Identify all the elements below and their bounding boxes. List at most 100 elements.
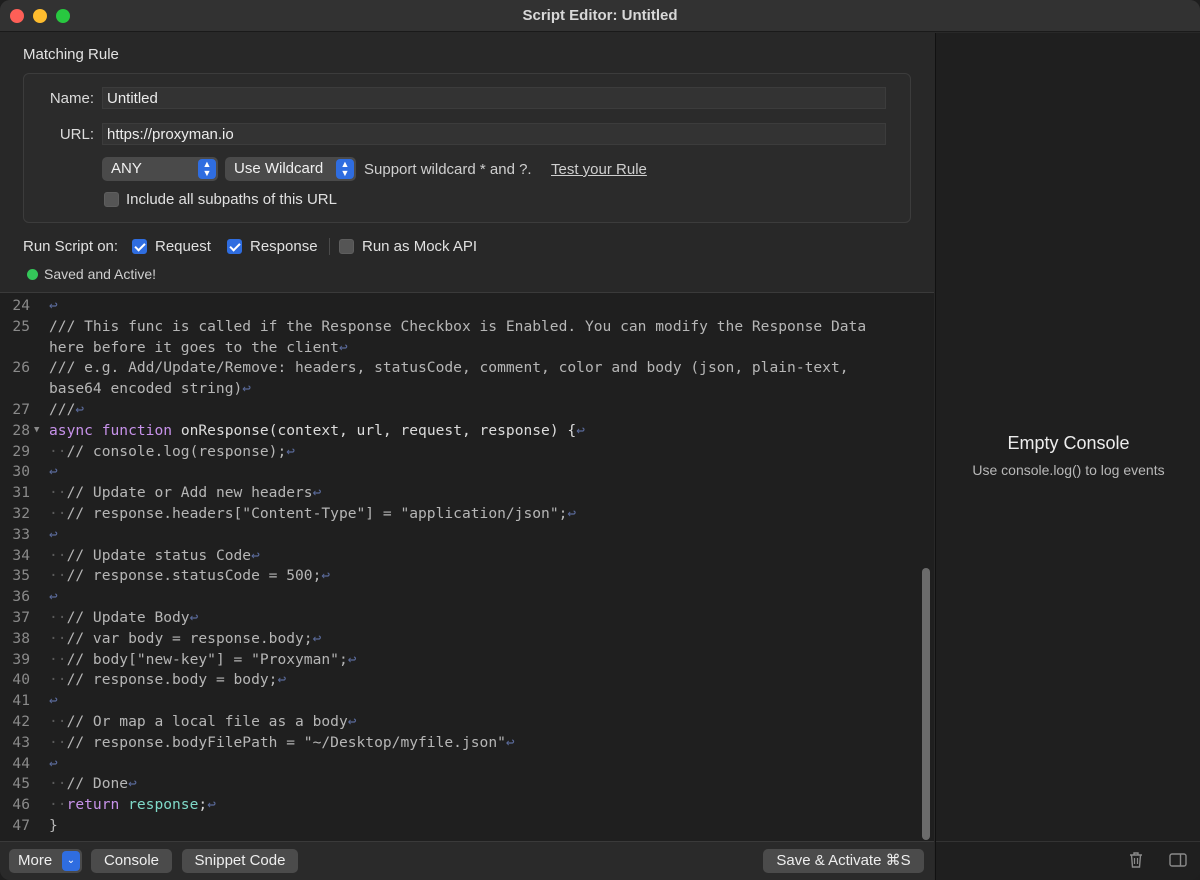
code-line: 25 /// This func is called if the Respons… [0, 316, 910, 337]
line-number: 45 [12, 775, 30, 793]
console-empty-title: Empty Console [1007, 433, 1130, 453]
line-number: 34 [12, 546, 30, 564]
request-checkbox[interactable] [132, 239, 147, 254]
divider [329, 238, 330, 255]
code-text: ··// Done↩ [49, 775, 137, 793]
sidebar-toggle-icon[interactable] [1168, 850, 1188, 870]
fold-toggle-icon[interactable]: ▼ [34, 420, 39, 441]
wildcard-hint: Support wildcard * and ?. [364, 161, 532, 178]
line-number: 41 [12, 692, 30, 710]
more-button-label: More [18, 852, 53, 869]
code-text: ↩ [49, 588, 58, 606]
url-input[interactable] [102, 123, 886, 145]
code-line: 33 ↩ [0, 524, 910, 545]
line-number: 30 [12, 463, 30, 481]
line-number: 25 [12, 317, 30, 335]
code-text: ··return response;↩ [49, 796, 216, 814]
status-text: Saved and Active! [44, 266, 157, 282]
code-text: /// e.g. Add/Update/Remove: headers, sta… [49, 359, 849, 377]
line-number: 36 [12, 588, 30, 606]
line-number: 44 [12, 754, 30, 772]
code-line: 45 ··// Done↩ [0, 773, 910, 794]
subpaths-checkbox[interactable] [104, 192, 119, 207]
line-number: 38 [12, 629, 30, 647]
save-activate-button[interactable]: Save & Activate ⌘S [763, 849, 924, 873]
code-line: 31 ··// Update or Add new headers↩ [0, 482, 910, 503]
code-text: ··// Update Body↩ [49, 609, 199, 626]
code-text: ↩ [49, 525, 58, 543]
line-number: 35 [12, 567, 30, 585]
line-number: 26 [12, 359, 30, 377]
code-line: 24 ↩ [0, 295, 910, 316]
line-number: 27 [12, 401, 30, 418]
response-checkbox[interactable] [227, 239, 242, 254]
code-text: ··// Or map a local file as a body↩ [49, 713, 357, 730]
chevron-down-icon: ⌄ [62, 851, 80, 871]
name-label: Name: [49, 90, 94, 107]
code-text: ··// response.bodyFilePath = "~/Desktop/… [49, 733, 515, 751]
subpaths-label: Include all subpaths of this URL [126, 191, 337, 208]
code-text: ↩ [49, 463, 58, 481]
code-text: async function onResponse(context, url, … [49, 421, 586, 439]
code-line: 46 ··return response;↩ [0, 794, 910, 815]
code-text: ··// Update or Add new headers↩ [49, 484, 322, 502]
line-number: 29 [12, 442, 30, 460]
line-number: 46 [12, 796, 30, 814]
code-line: 32 ··// response.headers["Content-Type"] … [0, 503, 910, 524]
code-line: 40 ··// response.body = body;↩ [0, 669, 910, 690]
code-line: 38 ··// var body = response.body;↩ [0, 628, 910, 649]
method-select[interactable]: ANY ▲ ▼ [102, 157, 218, 181]
bottom-toolbar: More ⌄ Console Snippet Code Save & Activ… [0, 841, 934, 880]
more-button[interactable]: More ⌄ [9, 849, 82, 873]
status-indicator-dot [27, 269, 38, 280]
line-number: 37 [12, 609, 30, 626]
matching-rule-title: Matching Rule [23, 46, 119, 63]
code-line: here before it goes to the client↩ [0, 337, 910, 358]
code-text: ··// response.headers["Content-Type"] = … [49, 505, 577, 522]
editor-panel: Matching Rule Name: URL: ANY ▲▼ Use Wild… [0, 33, 934, 880]
code-line: 29 ··// console.log(response);↩ [0, 441, 910, 462]
window-title: Script Editor: Untitled [522, 7, 678, 24]
console-empty-subtitle: Use console.log() to log events [972, 462, 1165, 478]
title-bar: Script Editor: Untitled [0, 0, 1200, 32]
code-line: 37 ··// Update Body↩ [0, 607, 910, 628]
code-line: 35 ··// response.statusCode = 500;↩ [0, 565, 910, 586]
code-text: ↩ [49, 692, 58, 710]
code-text: ··// var body = response.body;↩ [49, 629, 322, 647]
code-editor[interactable]: 24 ↩ 25 /// This func is called if the Resp… [0, 292, 934, 841]
name-input[interactable] [102, 87, 886, 109]
line-number: 33 [12, 525, 30, 543]
code-line: 30 ↩ [0, 461, 910, 482]
line-number: 39 [12, 650, 30, 668]
mock-api-label: Run as Mock API [362, 238, 478, 255]
run-script-label: Run Script on: [23, 238, 119, 255]
code-line: 41 ↩ [0, 690, 910, 711]
code-line: 43 ··// response.bodyFilePath = "~/Deskto… [0, 732, 910, 753]
code-line: 34 ··// Update status Code↩ [0, 545, 910, 566]
console-button[interactable]: Console [91, 849, 172, 873]
code-text: } [49, 817, 58, 834]
request-label: Request [155, 238, 211, 255]
code-text: ↩ [49, 297, 58, 314]
line-number: 43 [12, 733, 30, 751]
snippet-code-button[interactable]: Snippet Code [182, 849, 298, 873]
script-editor-window: Script Editor: Untitled Matching Rule Na… [0, 0, 1200, 880]
test-rule-link[interactable]: Test your Rule [551, 161, 647, 178]
code-text: here before it goes to the client↩ [49, 338, 348, 356]
console-toolbar [936, 841, 1200, 880]
method-select-value: ANY [111, 160, 142, 177]
line-number: 47 [12, 817, 30, 834]
match-type-select-value: Use Wildcard [234, 160, 324, 177]
line-number: 24 [12, 297, 30, 314]
code-text: /// This func is called if the Response … [49, 317, 867, 335]
code-line: base64 encoded string)↩ [0, 378, 910, 399]
code-line: 26 /// e.g. Add/Update/Remove: headers, s… [0, 357, 910, 378]
trash-icon[interactable] [1126, 850, 1146, 870]
mock-api-checkbox[interactable] [339, 239, 354, 254]
matching-rule-box: Name: URL: ANY ▲▼ Use Wildcard ▲▼ Suppor… [23, 73, 911, 223]
match-type-select[interactable]: Use Wildcard ▲ ▼ [225, 157, 356, 181]
code-line: 39 ··// body["new-key"] = "Proxyman";↩ [0, 649, 910, 670]
url-label: URL: [59, 126, 94, 143]
line-number: 31 [12, 484, 30, 502]
editor-scrollbar[interactable] [922, 568, 930, 840]
